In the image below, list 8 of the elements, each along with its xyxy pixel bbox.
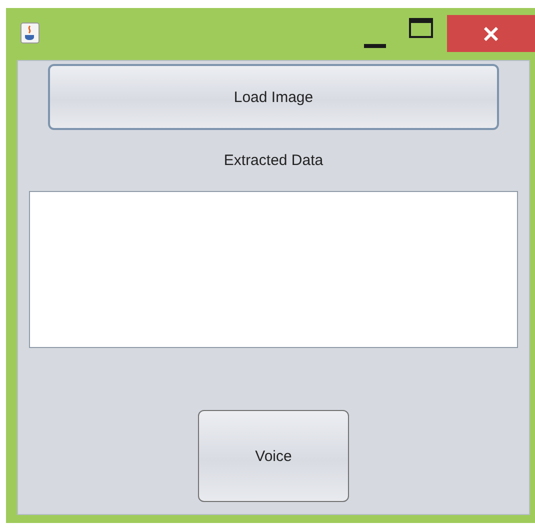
load-image-button[interactable]: Load Image: [48, 64, 499, 130]
minimize-icon: [364, 44, 386, 48]
close-button[interactable]: [447, 15, 535, 52]
maximize-icon: [409, 18, 433, 38]
java-cup-icon: [20, 22, 40, 44]
close-icon: [484, 26, 498, 40]
extracted-data-label: Extracted Data: [224, 152, 324, 169]
voice-button[interactable]: Voice: [198, 410, 349, 502]
